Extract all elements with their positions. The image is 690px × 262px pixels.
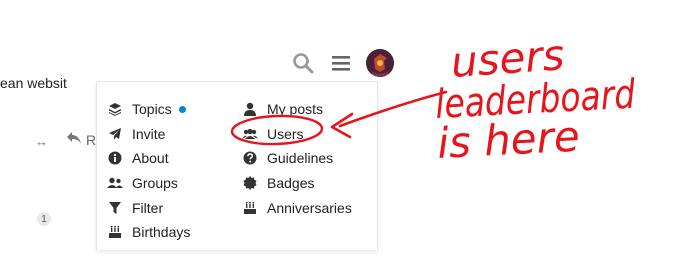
info-icon [107, 150, 123, 166]
header-icons [290, 49, 394, 77]
unread-dot [178, 105, 186, 113]
menu-item-label: About [132, 150, 169, 167]
menu-item-label: Guidelines [267, 150, 334, 167]
menu-item-my-posts[interactable]: My posts [242, 97, 352, 122]
menu-item-anniversaries[interactable]: Anniversaries [242, 195, 352, 220]
menu-item-label: Invite [132, 125, 166, 142]
reply-count-badge: 1 [37, 212, 51, 226]
menu-item-birthdays[interactable]: Birthdays [107, 220, 190, 245]
question-circle-icon [242, 150, 258, 166]
menu-item-label: Groups [132, 175, 178, 192]
annotation-line-1: users [449, 30, 566, 87]
layers-icon [107, 101, 123, 117]
menu-left-column: Topics Invite About Groups Filter Birthd… [107, 97, 190, 245]
paper-plane-icon [107, 126, 123, 142]
menu-item-topics[interactable]: Topics [107, 97, 190, 122]
menu-item-label: Anniversaries [267, 199, 352, 216]
menu-item-groups[interactable]: Groups [107, 171, 190, 196]
expand-glyph[interactable]: ↔ [35, 134, 49, 149]
post-text-fragment: ean websit [0, 75, 67, 91]
search-icon[interactable] [290, 50, 316, 76]
menu-item-invite[interactable]: Invite [107, 122, 190, 147]
birthday-cake-icon [107, 224, 123, 240]
menu-item-label: Badges [267, 175, 315, 192]
menu-item-users[interactable]: Users [242, 122, 352, 147]
menu-item-label: Users [267, 125, 304, 142]
user-avatar[interactable] [366, 49, 394, 77]
menu-item-label: Birthdays [132, 224, 191, 241]
menu-item-badges[interactable]: Badges [242, 171, 352, 196]
menu-item-about[interactable]: About [107, 146, 190, 171]
menu-item-label: Topics [132, 101, 172, 118]
annotation-line-2: leaderboard [434, 72, 637, 128]
groups-icon [107, 175, 123, 191]
anniversary-cake-icon [242, 200, 258, 216]
annotation-line-3: is here [436, 112, 581, 168]
menu-item-filter[interactable]: Filter [107, 195, 190, 220]
filter-icon [107, 200, 123, 216]
hamburger-menu-panel: Topics Invite About Groups Filter Birthd… [96, 81, 378, 250]
menu-item-guidelines[interactable]: Guidelines [242, 146, 352, 171]
badge-icon [242, 175, 258, 191]
hamburger-menu-icon[interactable] [328, 50, 354, 76]
users-icon [242, 126, 258, 142]
menu-item-label: My posts [267, 101, 324, 118]
menu-right-column: My posts Users Guidelines Badges Anniver… [242, 97, 352, 220]
menu-item-label: Filter [132, 199, 164, 216]
reply-icon [66, 131, 82, 148]
user-icon [242, 101, 258, 117]
